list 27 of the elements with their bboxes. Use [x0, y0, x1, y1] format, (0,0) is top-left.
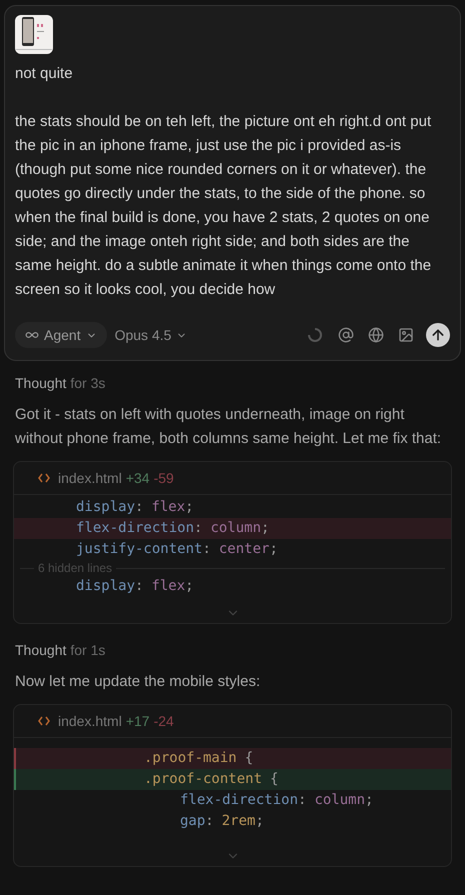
model-selector[interactable]: Opus 4.5 [114, 324, 188, 346]
code-icon [38, 473, 50, 483]
removed-count: -24 [154, 712, 174, 730]
reply-text: Now let me update the mobile styles: [14, 672, 262, 692]
globe-icon[interactable] [368, 327, 384, 343]
thought-duration: for 1s [70, 640, 106, 660]
mention-icon[interactable] [338, 327, 354, 343]
file-name[interactable]: index.html [58, 468, 122, 488]
message-text: not quite [15, 64, 74, 84]
thought-duration: for 3s [70, 374, 106, 392]
reply-text: Got it - stats on left with quotes underneath, image on right without phone frame, both columns same height. Let me fix that: [14, 405, 442, 449]
agent-mode-button[interactable]: Agent [15, 322, 107, 348]
added-count: +34 [126, 468, 150, 488]
removed-count: -59 [154, 468, 174, 488]
image-icon[interactable] [398, 327, 414, 343]
thought-label[interactable]: Thought [15, 640, 66, 660]
code-line: flex-direction: column; [179, 791, 374, 810]
message-text: the stats should be on teh left, the picture ont eh right.d ont put the pic in an iphone frame, just use the pic i provided as-is (though put some nice rounded corners on it or whatever). the quotes go directly under the stats, to the side of the phone. so when the final build is done, you have 2 stats, 2 quotes on one side; and the image onteh right side; and both sides are the same height. do a subtle animate it when things come onto the screen so it looks cool, you decide how [15, 112, 432, 300]
code-line: gap: 2rem; [179, 812, 265, 831]
send-button[interactable] [426, 323, 450, 347]
code-line: display: flex; [75, 577, 195, 596]
thought-label[interactable]: Thought [15, 372, 66, 394]
added-count: +17 [126, 712, 150, 730]
code-line: justify-content: center; [75, 540, 279, 559]
file-name[interactable]: index.html [58, 710, 122, 732]
code-line: display: flex; [75, 498, 195, 517]
code-icon [38, 716, 50, 726]
